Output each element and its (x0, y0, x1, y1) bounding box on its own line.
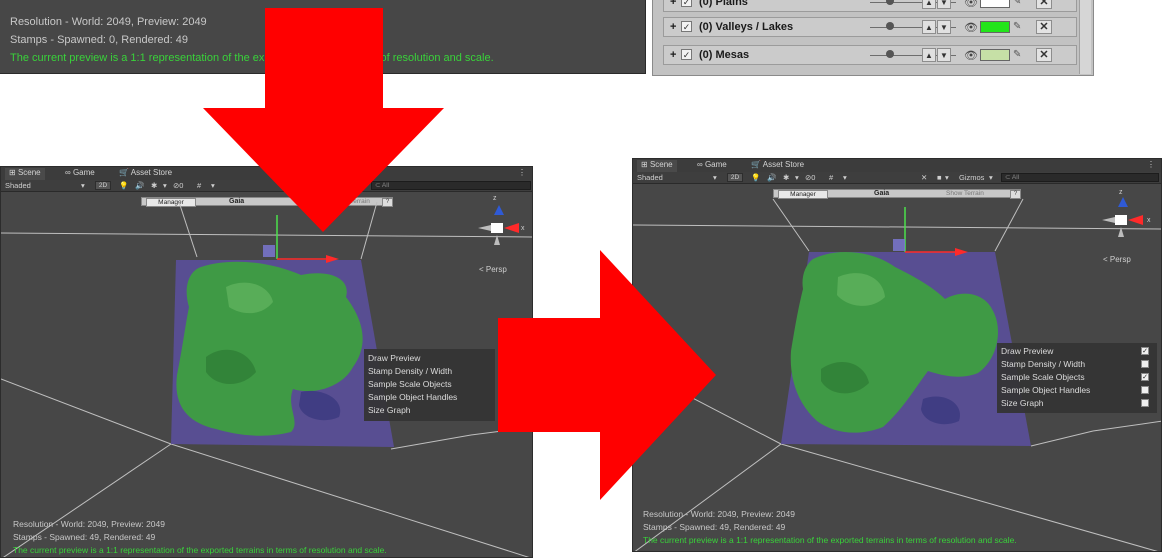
annotation-arrows (203, 8, 716, 500)
down-arrow-icon (203, 8, 444, 232)
right-arrow-icon (498, 250, 716, 500)
